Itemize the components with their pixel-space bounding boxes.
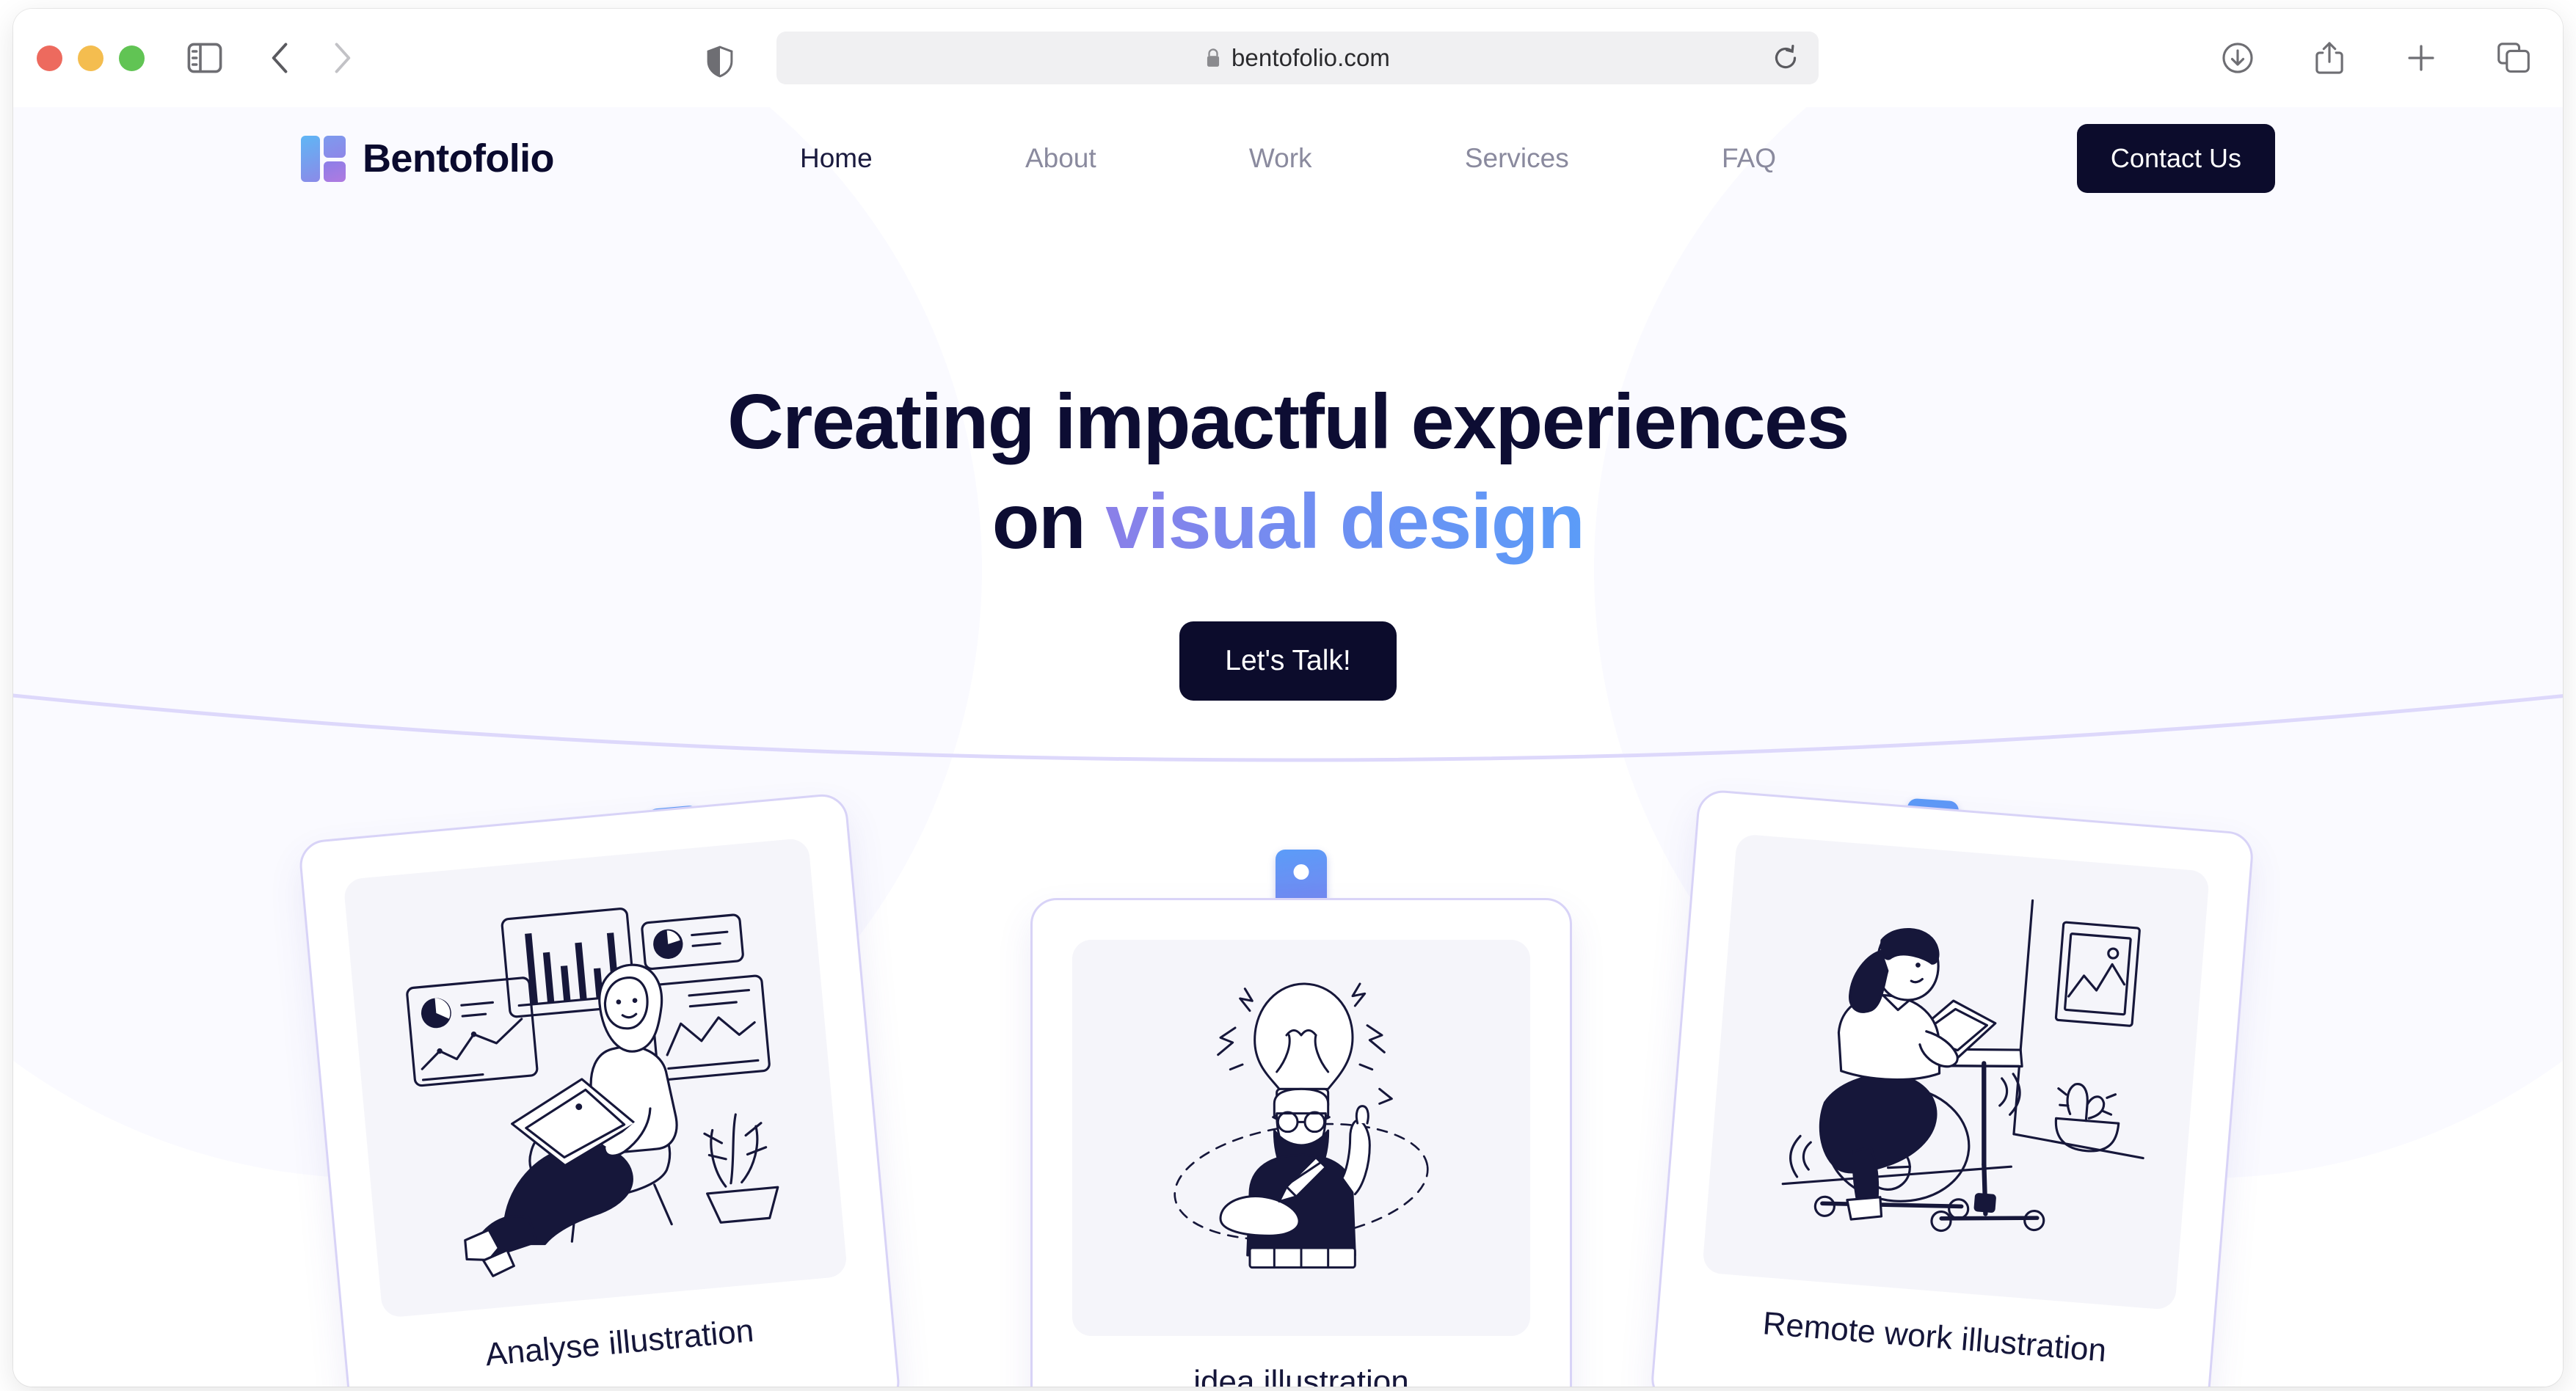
forward-button[interactable] xyxy=(325,39,359,77)
nav-item-services[interactable]: Services xyxy=(1465,143,1569,174)
main-nav: Home About Work Services FAQ xyxy=(800,143,1776,174)
bearded-man-lightbulb-idea-illustration xyxy=(1174,982,1429,1269)
downloads-icon[interactable] xyxy=(2221,41,2255,75)
browser-window: bentofolio.com Bentofolio Home About Wor… xyxy=(13,9,2563,1387)
share-icon[interactable] xyxy=(2313,40,2346,76)
gallery-card-remote-work[interactable]: Remote work illustration xyxy=(1649,788,2255,1387)
shield-icon[interactable] xyxy=(706,45,734,78)
navigation-buttons xyxy=(263,39,359,77)
card-caption: Remote work illustration xyxy=(1761,1305,2108,1369)
nav-item-work[interactable]: Work xyxy=(1249,143,1312,174)
address-bar[interactable]: bentofolio.com xyxy=(776,32,1819,84)
toolbar-right-icons xyxy=(2221,40,2530,76)
hero-section: Creating impactful experiences on visual… xyxy=(13,210,2563,701)
card-image-area xyxy=(343,837,848,1318)
brand-name: Bentofolio xyxy=(363,136,555,180)
window-controls xyxy=(37,45,145,71)
woman-with-laptop-dashboards-illustration xyxy=(406,908,779,1277)
back-button[interactable] xyxy=(263,39,297,77)
tab-overview-icon[interactable] xyxy=(2497,42,2530,74)
maximize-window-button[interactable] xyxy=(119,45,145,71)
card-caption: Analyse illustration xyxy=(484,1312,756,1373)
close-window-button[interactable] xyxy=(37,45,62,71)
headline-line-2-highlight: visual design xyxy=(1105,478,1585,565)
reload-button[interactable] xyxy=(1772,44,1800,72)
web-page: Bentofolio Home About Work Services FAQ … xyxy=(13,107,2563,1387)
nav-item-faq[interactable]: FAQ xyxy=(1722,143,1776,174)
card-image-area xyxy=(1702,833,2211,1311)
headline-line-2-prefix: on xyxy=(992,478,1086,565)
minimize-window-button[interactable] xyxy=(78,45,103,71)
hero-cta-wrapper: Let's Talk! xyxy=(13,621,2563,701)
lock-icon xyxy=(1207,48,1220,67)
browser-toolbar: bentofolio.com xyxy=(13,9,2563,107)
gallery-card-analyse[interactable]: Analyse illustration xyxy=(297,792,902,1387)
nav-item-home[interactable]: Home xyxy=(800,143,873,174)
contact-us-button[interactable]: Contact Us xyxy=(2076,124,2275,193)
headline-line-1: Creating impactful experiences xyxy=(727,379,1849,465)
card-image-area xyxy=(1072,940,1530,1336)
bento-grid-logo-icon xyxy=(301,136,346,182)
lets-talk-button[interactable]: Let's Talk! xyxy=(1179,621,1397,701)
brand-logo[interactable]: Bentofolio xyxy=(301,136,555,182)
hero-headline: Creating impactful experiences on visual… xyxy=(13,373,2563,572)
address-bar-content: bentofolio.com xyxy=(1205,44,1390,72)
new-tab-icon[interactable] xyxy=(2404,41,2438,75)
url-text: bentofolio.com xyxy=(1231,44,1391,71)
woman-on-exercise-bike-desk-illustration xyxy=(1781,899,2144,1233)
card-caption: idea illustration xyxy=(1193,1364,1409,1387)
gallery-card-idea[interactable]: idea illustration xyxy=(1030,898,1572,1387)
nav-item-about[interactable]: About xyxy=(1025,143,1096,174)
site-header: Bentofolio Home About Work Services FAQ … xyxy=(13,107,2563,210)
sidebar-toggle-button[interactable] xyxy=(187,43,222,73)
